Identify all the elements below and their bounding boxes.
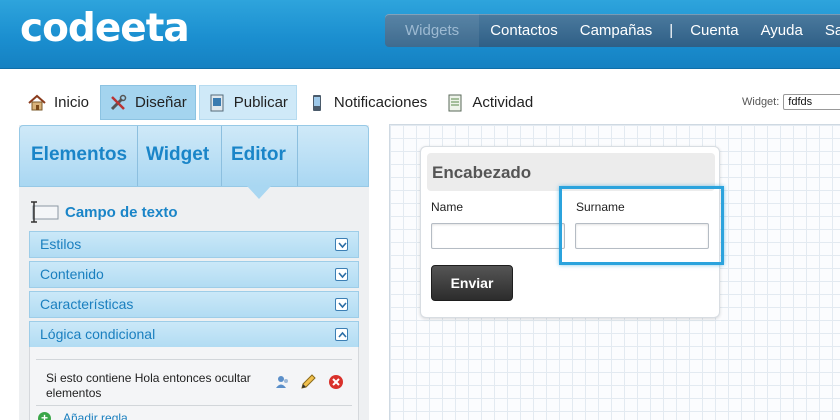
subnav-label: Actividad bbox=[472, 94, 534, 111]
subnav-publicar[interactable]: Publicar bbox=[198, 85, 297, 120]
section-label: Lógica condicional bbox=[40, 326, 156, 342]
section-label: Estilos bbox=[40, 236, 82, 252]
add-rule-label: Añadir regla bbox=[63, 411, 128, 420]
selected-field-outline[interactable] bbox=[559, 186, 724, 265]
tab-elementos[interactable]: Elementos bbox=[31, 126, 127, 186]
panel-tabs: Elementos Widget Editor bbox=[19, 125, 369, 187]
tab-divider bbox=[297, 126, 298, 186]
publish-icon bbox=[208, 94, 226, 112]
subnav-label: Diseñar bbox=[135, 94, 187, 111]
chevron-down-icon[interactable] bbox=[335, 298, 348, 311]
section-label: Características bbox=[40, 296, 134, 312]
chevron-down-icon[interactable] bbox=[335, 268, 348, 281]
subnav-notificaciones[interactable]: Notificaciones bbox=[300, 85, 435, 120]
properties-panel: Elementos Widget Editor Campo de texto E… bbox=[19, 125, 369, 420]
subnav-label: Inicio bbox=[54, 94, 90, 111]
active-tab-pointer bbox=[247, 186, 271, 199]
nav-cuenta[interactable]: Cuenta bbox=[679, 14, 749, 47]
plus-icon: + bbox=[38, 411, 51, 420]
nav-ayuda[interactable]: Ayuda bbox=[750, 14, 814, 47]
main-nav: Widgets Contactos Campañas | Cuenta Ayud… bbox=[385, 14, 840, 47]
house-icon bbox=[28, 94, 46, 112]
tab-editor[interactable]: Editor bbox=[231, 126, 286, 186]
tab-divider bbox=[137, 126, 138, 186]
section-contenido[interactable]: Contenido bbox=[29, 261, 359, 288]
top-header: codeeta Widgets Contactos Campañas | Cue… bbox=[0, 0, 840, 69]
widget-selector: Widget: fdfds bbox=[742, 94, 840, 110]
name-input[interactable] bbox=[431, 223, 565, 249]
nav-widgets[interactable]: Widgets bbox=[385, 14, 480, 47]
section-logica-condicional[interactable]: Lógica condicional bbox=[29, 321, 359, 348]
nav-salir[interactable]: Sali bbox=[814, 14, 840, 47]
add-rule-link[interactable]: + Añadir regla bbox=[38, 411, 128, 420]
tab-widget[interactable]: Widget bbox=[146, 126, 209, 186]
activity-icon bbox=[446, 94, 464, 112]
field-title-label: Campo de texto bbox=[65, 203, 178, 221]
name-label: Name bbox=[431, 200, 464, 214]
conditional-logic-body: Si esto contiene Hola entonces ocultar e… bbox=[29, 347, 359, 420]
textfield-icon bbox=[29, 201, 59, 223]
chevron-up-icon[interactable] bbox=[335, 328, 348, 341]
rule-text: Si esto contiene Hola entonces ocultar e… bbox=[46, 371, 251, 400]
chevron-down-icon[interactable] bbox=[335, 238, 348, 251]
section-nav: Inicio Diseñar Publicar Notificaciones A… bbox=[20, 85, 544, 120]
logo[interactable]: codeeta bbox=[20, 6, 190, 51]
section-caracteristicas[interactable]: Características bbox=[29, 291, 359, 318]
nav-contactos[interactable]: Contactos bbox=[479, 14, 569, 47]
subnav-inicio[interactable]: Inicio bbox=[20, 85, 97, 120]
nav-separator: | bbox=[669, 22, 674, 39]
subnav-label: Publicar bbox=[233, 94, 288, 111]
phone-icon bbox=[308, 94, 326, 112]
nav-campanas[interactable]: Campañas bbox=[569, 14, 664, 47]
divider bbox=[36, 359, 352, 360]
section-estilos[interactable]: Estilos bbox=[29, 231, 359, 258]
tab-divider bbox=[221, 126, 222, 186]
tools-icon bbox=[109, 94, 127, 112]
subnav-actividad[interactable]: Actividad bbox=[438, 85, 541, 120]
submit-button[interactable]: Enviar bbox=[431, 265, 513, 301]
pencil-icon[interactable] bbox=[300, 374, 316, 390]
delete-icon[interactable] bbox=[328, 374, 344, 390]
widget-label: Widget: bbox=[742, 96, 780, 108]
subnav-disenar[interactable]: Diseñar bbox=[100, 85, 196, 120]
divider bbox=[36, 405, 352, 406]
widget-select[interactable]: fdfds bbox=[783, 94, 840, 110]
user-icon[interactable] bbox=[275, 374, 291, 390]
section-label: Contenido bbox=[40, 266, 104, 282]
subnav-label: Notificaciones bbox=[333, 94, 428, 111]
field-title: Campo de texto bbox=[29, 201, 178, 223]
